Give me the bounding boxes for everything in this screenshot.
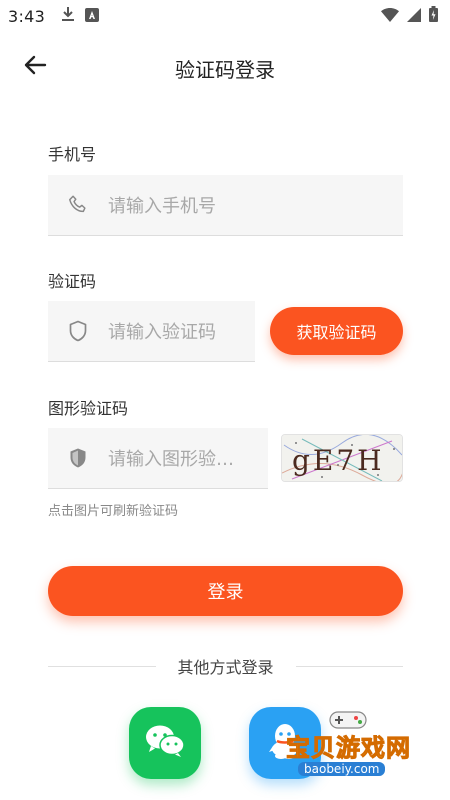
- phone-label: 手机号: [48, 145, 97, 164]
- captcha-image[interactable]: gE7H: [281, 434, 403, 482]
- get-code-button[interactable]: 获取验证码: [270, 307, 403, 355]
- shield-check-icon: [48, 447, 108, 469]
- image-code-input[interactable]: 请输入图形验…: [48, 428, 268, 489]
- other-login-divider: 其他方式登录: [48, 654, 404, 678]
- signal-icon: [407, 7, 421, 26]
- page-title: 验证码登录: [175, 58, 275, 82]
- image-code-placeholder: 请输入图形验…: [108, 449, 234, 470]
- shield-icon: [48, 320, 108, 342]
- refresh-hint: 点击图片可刷新验证码: [48, 504, 179, 519]
- download-icon: [61, 6, 75, 26]
- login-button[interactable]: 登录: [48, 566, 403, 616]
- sms-code-label: 验证码: [48, 272, 97, 291]
- phone-input[interactable]: 请输入手机号: [48, 175, 403, 236]
- status-bar: 3:43: [0, 0, 450, 32]
- phone-icon: [48, 194, 108, 216]
- other-login-text: 其他方式登录: [177, 658, 274, 677]
- watermark-site: baobeiy.com: [298, 762, 386, 776]
- sms-code-input[interactable]: 请输入验证码: [48, 301, 255, 362]
- wechat-login-button[interactable]: [129, 707, 201, 779]
- wifi-icon: [381, 7, 399, 26]
- captcha-text: gE7H: [292, 444, 385, 477]
- divider-line-left: [48, 665, 156, 667]
- watermark-logo: 宝贝游戏网 baobeiy.com: [276, 706, 426, 786]
- divider-line-right: [295, 665, 404, 667]
- notification-icons: [61, 6, 100, 26]
- header: 验证码登录: [0, 40, 450, 94]
- app-notification-icon: [85, 7, 100, 26]
- battery-icon: [429, 6, 438, 26]
- sms-code-placeholder: 请输入验证码: [108, 322, 216, 343]
- wechat-icon: [145, 724, 185, 762]
- image-code-label: 图形验证码: [48, 399, 129, 418]
- status-time: 3:43: [8, 6, 46, 26]
- watermark-title: 宝贝游戏网: [286, 734, 411, 763]
- phone-placeholder: 请输入手机号: [108, 196, 216, 217]
